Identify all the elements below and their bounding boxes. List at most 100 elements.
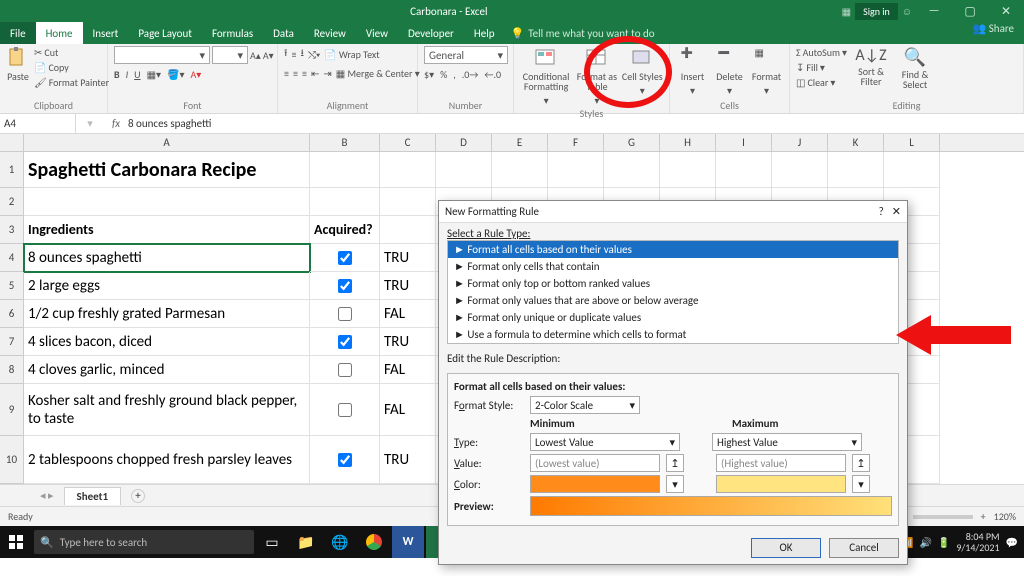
maximize-button[interactable]: ▢ bbox=[952, 4, 988, 19]
sheet-tab-1[interactable]: Sheet1 bbox=[64, 487, 122, 505]
cell-C7[interactable]: TRU bbox=[380, 328, 436, 356]
chk-8[interactable] bbox=[338, 363, 352, 377]
tab-insert[interactable]: Insert bbox=[83, 22, 129, 44]
rule-4[interactable]: ► Format only values that are above or b… bbox=[448, 292, 898, 309]
cell-B7[interactable] bbox=[310, 328, 380, 356]
dialog-help-button[interactable]: ? bbox=[871, 205, 892, 218]
colh-G[interactable]: G bbox=[604, 134, 660, 151]
tab-help[interactable]: Help bbox=[464, 22, 505, 44]
cell-B3[interactable]: Acquired? bbox=[310, 216, 380, 244]
cell-B8[interactable] bbox=[310, 356, 380, 384]
select-all-corner[interactable] bbox=[0, 134, 24, 151]
sort-filter-button[interactable]: A↓ZSort & Filter bbox=[851, 46, 891, 87]
cell-A6[interactable]: 1/2 cup freshly grated Parmesan bbox=[24, 300, 310, 328]
cell-A7[interactable]: 4 slices bacon, diced bbox=[24, 328, 310, 356]
cell-C4[interactable]: TRU bbox=[380, 244, 436, 272]
tab-review[interactable]: Review bbox=[304, 22, 356, 44]
dec-dec-icon[interactable]: ←.0 bbox=[484, 68, 501, 81]
rowh-6[interactable]: 6 bbox=[0, 300, 24, 328]
colh-I[interactable]: I bbox=[716, 134, 772, 151]
underline-button[interactable]: U bbox=[134, 68, 140, 81]
grow-font-icon[interactable]: A▴ bbox=[250, 49, 261, 62]
shrink-font-icon[interactable]: A▾ bbox=[263, 49, 274, 62]
cell-A5[interactable]: 2 large eggs bbox=[24, 272, 310, 300]
rule-5[interactable]: ► Format only unique or duplicate values bbox=[448, 309, 898, 326]
tab-view[interactable]: View bbox=[356, 22, 398, 44]
paste-button[interactable]: Paste bbox=[6, 46, 30, 82]
zoom-slider[interactable] bbox=[913, 515, 973, 519]
minimize-button[interactable]: — bbox=[916, 4, 952, 18]
cell-C6[interactable]: FAL bbox=[380, 300, 436, 328]
copy-button[interactable]: 📄Copy bbox=[34, 61, 109, 74]
value-max-ref-button[interactable]: ↥ bbox=[852, 454, 870, 472]
add-sheet-button[interactable]: + bbox=[131, 489, 145, 503]
rowh-4[interactable]: 4 bbox=[0, 244, 24, 272]
ok-button[interactable]: OK bbox=[751, 538, 821, 558]
task-view-icon[interactable]: ▭ bbox=[256, 526, 288, 558]
edge-icon[interactable]: 🌐 bbox=[324, 526, 356, 558]
cell-A4[interactable]: 8 ounces spaghetti bbox=[24, 244, 310, 272]
font-color-button[interactable]: A▾ bbox=[191, 68, 202, 81]
indent-dec-icon[interactable]: ⇤ bbox=[311, 67, 319, 80]
align-right-icon[interactable]: ≡ bbox=[302, 67, 307, 80]
insert-button[interactable]: ➕Insert▾ bbox=[676, 46, 709, 97]
align-left-icon[interactable]: ≡ bbox=[284, 67, 289, 80]
word-icon[interactable]: W bbox=[392, 526, 424, 558]
color-max-dropdown[interactable] bbox=[716, 475, 846, 493]
colh-H[interactable]: H bbox=[660, 134, 716, 151]
inc-dec-icon[interactable]: .0→ bbox=[462, 68, 479, 81]
align-bot-icon[interactable]: ⭳ bbox=[300, 46, 304, 63]
signin-button[interactable]: Sign in bbox=[855, 3, 898, 20]
rowh-9[interactable]: 9 bbox=[0, 384, 24, 436]
name-box[interactable]: A4 bbox=[0, 114, 76, 133]
cell-B9[interactable] bbox=[310, 384, 380, 436]
rowh-5[interactable]: 5 bbox=[0, 272, 24, 300]
cell-A3[interactable]: Ingredients bbox=[24, 216, 310, 244]
comma-icon[interactable]: , bbox=[453, 68, 456, 81]
rowh-2[interactable]: 2 bbox=[0, 188, 24, 216]
font-size[interactable]: ▾ bbox=[212, 46, 248, 64]
tab-data[interactable]: Data bbox=[263, 22, 304, 44]
type-min-dropdown[interactable]: Lowest Value▾ bbox=[530, 433, 680, 451]
colh-A[interactable]: A bbox=[24, 134, 310, 151]
zoom-value[interactable]: 120% bbox=[994, 510, 1016, 523]
rule-type-list[interactable]: ► Format all cells based on their values… bbox=[447, 240, 899, 344]
chk-6[interactable] bbox=[338, 307, 352, 321]
cell-C1[interactable] bbox=[380, 152, 436, 188]
chrome-icon[interactable] bbox=[358, 526, 390, 558]
autosum-button[interactable]: ΣAutoSum▾ bbox=[796, 46, 847, 59]
colh-C[interactable]: C bbox=[380, 134, 436, 151]
align-top-icon[interactable]: ⭱ bbox=[284, 46, 288, 63]
tab-home[interactable]: Home bbox=[36, 22, 83, 44]
italic-button[interactable]: I bbox=[126, 68, 129, 81]
wrap-text-button[interactable]: 📄 Wrap Text bbox=[324, 48, 379, 61]
rowh-8[interactable]: 8 bbox=[0, 356, 24, 384]
tray-volume-icon[interactable]: 🔊 bbox=[919, 536, 931, 549]
colh-B[interactable]: B bbox=[310, 134, 380, 151]
clear-button[interactable]: ◫Clear▾ bbox=[796, 76, 847, 89]
cell-A8[interactable]: 4 cloves garlic, minced bbox=[24, 356, 310, 384]
rule-3[interactable]: ► Format only top or bottom ranked value… bbox=[448, 275, 898, 292]
currency-icon[interactable]: $▾ bbox=[424, 68, 434, 81]
cancel-button[interactable]: Cancel bbox=[829, 538, 899, 558]
format-painter-button[interactable]: 🖌Format Painter bbox=[34, 76, 109, 89]
align-mid-icon[interactable]: ≡ bbox=[292, 48, 297, 61]
chk-9[interactable] bbox=[338, 403, 352, 417]
tab-file[interactable]: File bbox=[0, 22, 36, 44]
cell-B5[interactable] bbox=[310, 272, 380, 300]
color-min-dropdown[interactable] bbox=[530, 475, 660, 493]
zoom-in-button[interactable]: + bbox=[981, 510, 986, 523]
fx-icon[interactable]: fx bbox=[104, 117, 128, 130]
colh-D[interactable]: D bbox=[436, 134, 492, 151]
type-max-dropdown[interactable]: Highest Value▾ bbox=[712, 433, 862, 451]
cell-C9[interactable]: FAL bbox=[380, 384, 436, 436]
tray-date[interactable]: 9/14/2021 bbox=[956, 542, 999, 553]
tray-battery-icon[interactable]: 🔋 bbox=[938, 536, 950, 549]
format-as-table-button[interactable]: Format as Table▾ bbox=[576, 46, 617, 107]
chk-7[interactable] bbox=[338, 335, 352, 349]
colh-K[interactable]: K bbox=[828, 134, 884, 151]
taskbar-search[interactable]: 🔍Type here to search bbox=[34, 530, 254, 554]
percent-icon[interactable]: % bbox=[440, 68, 447, 81]
number-format[interactable]: General▾ bbox=[424, 46, 508, 64]
find-select-button[interactable]: 🔍Find & Select bbox=[895, 46, 935, 90]
